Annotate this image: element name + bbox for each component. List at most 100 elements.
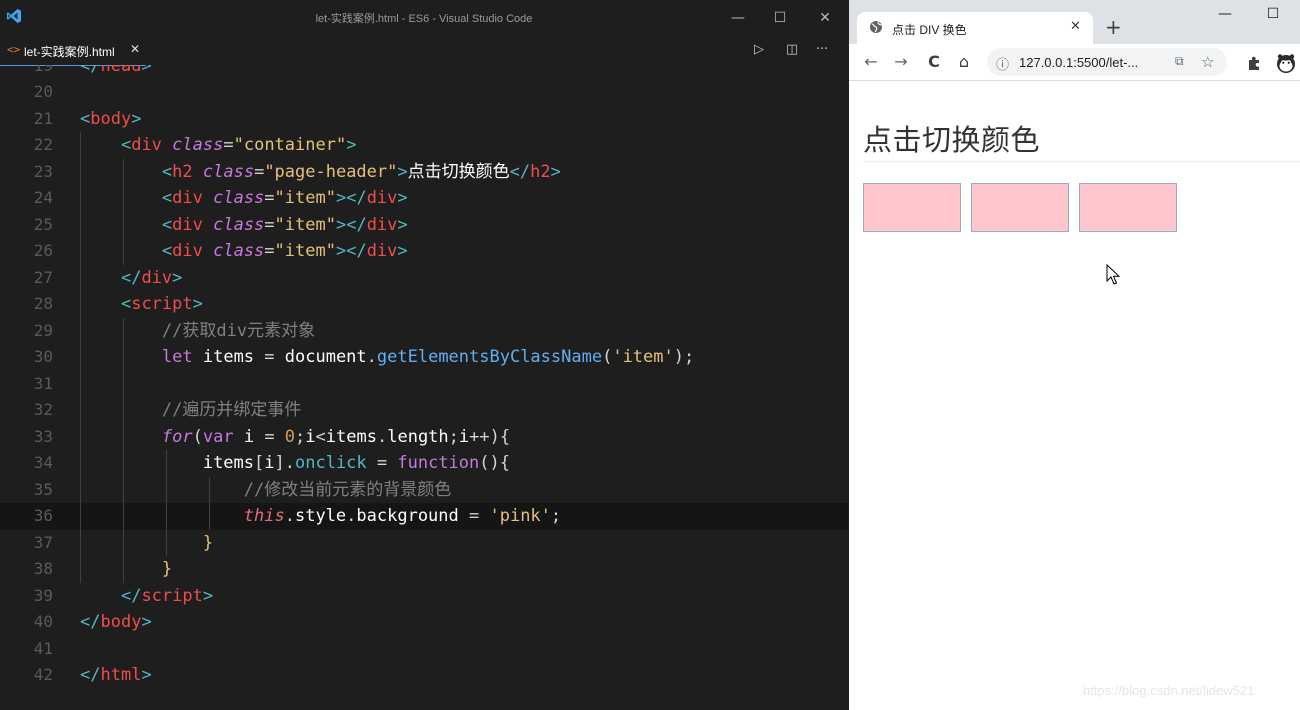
browser-tab[interactable]: 点击 DIV 换色 ✕ bbox=[857, 12, 1093, 44]
line-code: for(var i = 0;i<items.length;i++){ bbox=[80, 424, 510, 451]
line-code: } bbox=[80, 556, 172, 583]
code-token: ); bbox=[673, 347, 695, 367]
browser-tab-close-icon[interactable]: ✕ bbox=[1070, 19, 1081, 34]
line-code: </body> bbox=[80, 609, 152, 636]
code-line[interactable]: 30 let items = document.getElementsByCla… bbox=[0, 344, 848, 371]
line-number: 23 bbox=[33, 161, 53, 181]
tab-close-icon[interactable]: ✕ bbox=[130, 42, 140, 56]
code-line[interactable]: 36 this.style.background = 'pink'; bbox=[0, 503, 848, 530]
close-button[interactable]: ✕ bbox=[802, 4, 848, 32]
code-line[interactable]: 35 //修改当前元素的背景颜色 bbox=[0, 477, 848, 504]
code-line[interactable]: 22 <div class="container"> bbox=[0, 132, 848, 159]
code-line[interactable]: 21 <body> bbox=[0, 106, 848, 133]
code-token: = bbox=[458, 506, 490, 526]
line-code: } bbox=[80, 530, 213, 557]
line-number: 37 bbox=[33, 532, 53, 552]
line-code: <script> bbox=[80, 291, 203, 318]
line-code: items[i].onclick = function(){ bbox=[80, 450, 510, 477]
watermark: https://blog.csdn.net/lidew521 bbox=[1083, 683, 1255, 698]
line-code: //获取div元素对象 bbox=[80, 318, 315, 345]
code-token: = bbox=[254, 426, 285, 447]
code-token: class bbox=[213, 214, 265, 235]
line-code: //遍历并绑定事件 bbox=[80, 397, 301, 424]
indent-guide bbox=[123, 317, 124, 583]
profile-avatar-icon[interactable] bbox=[1275, 52, 1297, 74]
back-button[interactable]: ← bbox=[861, 52, 881, 72]
code-line[interactable]: 27 </div> bbox=[0, 265, 848, 292]
code-line[interactable]: 26 <div class="item"></div> bbox=[0, 238, 848, 265]
line-code: let items = document.getElementsByClassN… bbox=[80, 344, 694, 371]
code-line[interactable]: 25 <div class="item"></div> bbox=[0, 212, 848, 239]
browser-maximize-button[interactable]: ☐ bbox=[1253, 6, 1293, 30]
bookmark-star-icon[interactable]: ☆ bbox=[1201, 53, 1214, 71]
code-line[interactable]: 39 </script> bbox=[0, 583, 848, 610]
code-token: onclick bbox=[295, 453, 367, 473]
code-token: "container" bbox=[233, 135, 347, 155]
maximize-button[interactable]: ☐ bbox=[757, 4, 803, 32]
reload-button[interactable]: C bbox=[924, 52, 944, 72]
extensions-puzzle-icon[interactable] bbox=[1246, 54, 1264, 72]
browser-minimize-button[interactable]: — bbox=[1205, 6, 1245, 30]
code-token: head bbox=[100, 65, 142, 76]
editor-tab-let-html[interactable]: <> let-实践案例.html ✕ bbox=[0, 35, 146, 66]
line-number: 24 bbox=[33, 188, 53, 207]
address-bar[interactable]: ⓘ 127.0.0.1:5500/let-... ⧉ ☆ bbox=[987, 48, 1227, 76]
line-number: 33 bbox=[33, 426, 53, 446]
line-number: 39 bbox=[33, 585, 53, 605]
code-line[interactable]: 37 } bbox=[0, 530, 848, 557]
code-token: ( bbox=[602, 347, 613, 367]
code-line[interactable]: 40 </body> bbox=[0, 609, 848, 636]
code-token: div bbox=[366, 214, 398, 235]
code-line[interactable]: 20 bbox=[0, 79, 848, 106]
code-line[interactable]: 33 for(var i = 0;i<items.length;i++){ bbox=[0, 424, 848, 451]
code-token: div bbox=[131, 135, 162, 155]
code-line[interactable]: 42 </html> bbox=[0, 662, 848, 689]
code-line[interactable]: 23 <h2 class="page-header">点击切换颜色</h2> bbox=[0, 159, 848, 186]
code-line[interactable]: 41 bbox=[0, 636, 848, 663]
code-token: } bbox=[202, 532, 214, 553]
minimize-button[interactable]: — bbox=[715, 4, 761, 32]
line-code: this.style.background = 'pink'; bbox=[80, 503, 561, 530]
code-token: let bbox=[161, 347, 193, 367]
browser-toolbar: ← → C ⌂ ⓘ 127.0.0.1:5500/let-... ⧉ ☆ bbox=[849, 44, 1300, 81]
new-tab-button[interactable]: + bbox=[1105, 15, 1122, 39]
code-token: </ bbox=[80, 665, 101, 685]
indent-guide bbox=[123, 158, 124, 265]
line-code: <body> bbox=[80, 106, 141, 133]
more-actions-icon[interactable]: ··· bbox=[813, 42, 831, 58]
line-number: 35 bbox=[33, 479, 53, 499]
color-item-box[interactable] bbox=[971, 183, 1069, 232]
color-item-box[interactable] bbox=[1079, 183, 1177, 232]
split-editor-icon[interactable]: ◫ bbox=[783, 42, 801, 58]
code-token: > bbox=[397, 161, 408, 182]
translate-icon[interactable]: ⧉ bbox=[1175, 54, 1184, 69]
code-token: i bbox=[458, 426, 470, 447]
indent-guide bbox=[209, 476, 210, 530]
code-token: < bbox=[120, 294, 132, 314]
code-token: < bbox=[161, 241, 173, 261]
code-line[interactable]: 28 <script> bbox=[0, 291, 848, 318]
code-token: div bbox=[366, 241, 398, 261]
code-line[interactable]: 38 } bbox=[0, 556, 848, 583]
code-token: h2 bbox=[530, 161, 551, 182]
line-code: </html> bbox=[80, 662, 152, 689]
home-button[interactable]: ⌂ bbox=[954, 52, 974, 72]
code-line[interactable]: 31 bbox=[0, 371, 848, 398]
site-info-icon[interactable]: ⓘ bbox=[996, 54, 1009, 73]
indent-guide bbox=[80, 132, 81, 583]
code-line[interactable]: 29 //获取div元素对象 bbox=[0, 318, 848, 345]
code-token: > bbox=[550, 161, 561, 182]
line-number: 22 bbox=[33, 135, 53, 154]
run-icon[interactable]: ▷ bbox=[750, 42, 768, 58]
code-line[interactable]: 34 items[i].onclick = function(){ bbox=[0, 450, 848, 477]
code-line[interactable]: 24 <div class="item"></div> bbox=[0, 185, 848, 212]
code-editor[interactable]: 19 </head> 20 21 <body> 22 <div class="contai… bbox=[0, 65, 848, 710]
code-line[interactable]: 19 </head> bbox=[0, 65, 848, 79]
forward-button[interactable]: → bbox=[891, 52, 911, 72]
color-item-box[interactable] bbox=[863, 183, 961, 232]
code-line[interactable]: 32 //遍历并绑定事件 bbox=[0, 397, 848, 424]
